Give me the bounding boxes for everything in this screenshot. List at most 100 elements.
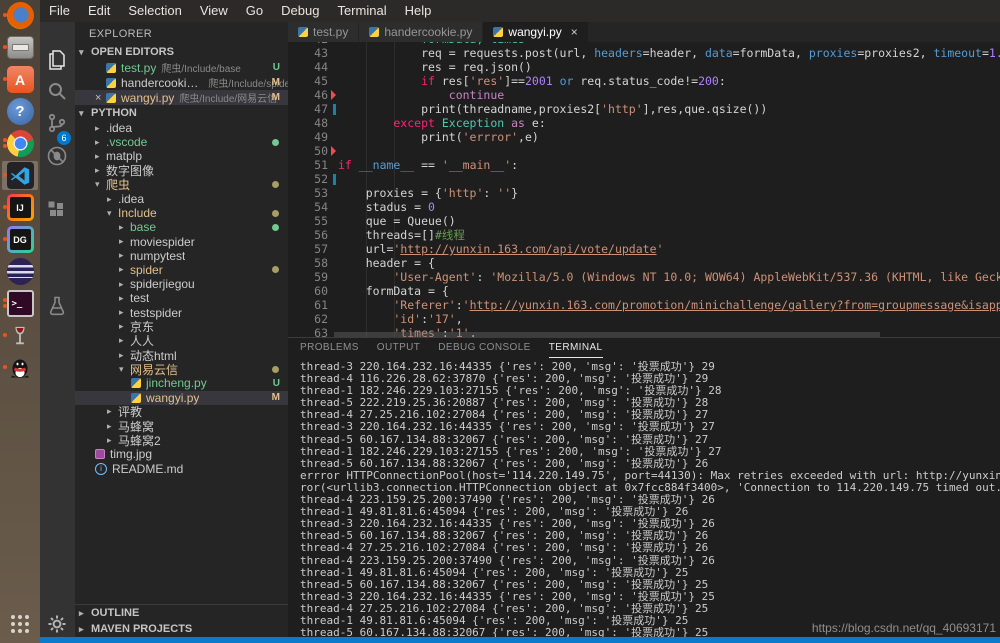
settings-gear-icon[interactable]: [45, 612, 69, 636]
tab-label: wangyi.py: [508, 25, 561, 39]
dock-item-chromium-icon[interactable]: [2, 129, 38, 158]
tree-item[interactable]: ▸moviespider: [75, 235, 288, 249]
menu-item-view[interactable]: View: [191, 0, 237, 22]
editor-tab[interactable]: wangyi.py ×: [483, 22, 588, 42]
item-label: 马蜂窝2: [118, 432, 161, 449]
dock-item-firefox-icon[interactable]: [2, 1, 38, 30]
debug-icon[interactable]: [45, 144, 69, 168]
tree-item[interactable]: timg.jpg: [75, 447, 288, 461]
tree-item[interactable]: ▸评教: [75, 405, 288, 419]
code-text: except Exception as e:: [332, 116, 546, 130]
dock-item-intellij-idea-icon[interactable]: IJ: [2, 193, 38, 222]
terminal-line: thread-3 220.164.232.16:44335 {'res': 20…: [300, 518, 1000, 530]
dock-item-datagrip-icon[interactable]: DG: [2, 225, 38, 254]
git-status-dot: [272, 181, 279, 188]
dock-item-terminal-icon[interactable]: >_: [2, 289, 38, 318]
panel-tab-output[interactable]: OUTPUT: [377, 339, 421, 357]
git-status-dot: [272, 224, 279, 231]
chevron-right-icon: ▸: [95, 165, 106, 176]
eclipse-icon: [7, 258, 34, 285]
tree-item[interactable]: ▸testspider: [75, 305, 288, 319]
tree-item[interactable]: ▸numpytest: [75, 249, 288, 263]
editor-tab[interactable]: test.py: [288, 22, 359, 42]
close-icon[interactable]: ×: [95, 92, 106, 104]
tree-item[interactable]: ▸马蜂窝: [75, 419, 288, 433]
menu-item-edit[interactable]: Edit: [79, 0, 119, 22]
menu-item-selection[interactable]: Selection: [119, 0, 190, 22]
terminal-output[interactable]: thread-3 220.164.232.16:44335 {'res': 20…: [288, 358, 1000, 637]
search-icon[interactable]: [45, 79, 69, 103]
running-indicator-dot: [3, 365, 7, 369]
tree-item[interactable]: ▾网易云信: [75, 362, 288, 376]
close-icon[interactable]: ×: [571, 25, 578, 39]
panel-tab-problems[interactable]: PROBLEMS: [300, 339, 359, 357]
tree-item[interactable]: ▾爬虫: [75, 178, 288, 192]
tree-item[interactable]: ▸.idea: [75, 192, 288, 206]
menu-item-help[interactable]: Help: [396, 0, 441, 22]
extensions-icon[interactable]: [45, 198, 69, 222]
dock-item-ubuntu-software-icon[interactable]: A: [2, 65, 38, 94]
tree-item[interactable]: ▸spiderjiegou: [75, 277, 288, 291]
dock-item-eclipse-icon[interactable]: [2, 257, 38, 286]
dock-item-vscode-icon[interactable]: [2, 161, 38, 190]
dock-item-file-manager-icon[interactable]: [2, 33, 38, 62]
maven-projects-section[interactable]: ▸ MAVEN PROJECTS: [75, 621, 288, 637]
grid-dot: [11, 615, 15, 619]
datagrip-icon: DG: [7, 226, 34, 253]
menu-item-file[interactable]: File: [40, 0, 79, 22]
tree-item[interactable]: jincheng.pyU: [75, 376, 288, 390]
menu-item-debug[interactable]: Debug: [272, 0, 328, 22]
tree-item[interactable]: ▾Include: [75, 206, 288, 220]
tree-item[interactable]: wangyi.pyM: [75, 391, 288, 405]
intellij-idea-icon: IJ: [7, 194, 34, 221]
menu-item-go[interactable]: Go: [237, 0, 272, 22]
tree-item[interactable]: ▸动态html: [75, 348, 288, 362]
sidebar-title: EXPLORER: [75, 22, 288, 44]
terminal-line: thread-4 27.25.216.102:27084 {'res': 200…: [300, 542, 1000, 554]
dock-item-wine-icon[interactable]: [2, 321, 38, 350]
python-file-icon: [493, 27, 503, 37]
test-flask-icon[interactable]: [45, 294, 69, 318]
tree-item[interactable]: ▸人人: [75, 334, 288, 348]
menu-item-terminal[interactable]: Terminal: [328, 0, 395, 22]
panel-tab-debug-console[interactable]: DEBUG CONSOLE: [438, 339, 530, 357]
chevron-down-icon: ▾: [79, 108, 89, 119]
chevron-right-icon: ▸: [119, 250, 130, 261]
open-editor-item[interactable]: test.py爬虫/Include/baseU: [75, 60, 288, 75]
open-editor-item[interactable]: handercookie.py爬虫/Include/spiderM: [75, 75, 288, 90]
explorer-icon[interactable]: [45, 48, 69, 72]
code-text: if __name__ == '__main__':: [332, 158, 518, 172]
info-icon: i: [95, 463, 107, 475]
panel-tab-terminal[interactable]: TERMINAL: [549, 339, 603, 358]
item-label: test: [130, 291, 149, 305]
eclipse-stripes: [7, 265, 34, 278]
code-editor[interactable]: 42 formData, times43 req = requests.post…: [288, 42, 1000, 337]
line-number: 53: [288, 186, 332, 200]
gutter-deleted-marker: [331, 146, 336, 156]
git-status-dot: [272, 139, 279, 146]
dock-item-qq-icon[interactable]: [2, 353, 38, 382]
running-indicator-dot: [3, 13, 7, 17]
dock-item-help-icon[interactable]: ?: [2, 97, 38, 126]
chevron-right-icon: ▸: [107, 406, 118, 417]
editor-tab[interactable]: handercookie.py: [359, 22, 483, 42]
tree-item[interactable]: ▸spider: [75, 263, 288, 277]
tree-item[interactable]: ▸.vscode: [75, 135, 288, 149]
tree-item[interactable]: ▸base: [75, 220, 288, 234]
open-editor-item[interactable]: ×wangyi.py爬虫/Include/网易云信M: [75, 90, 288, 105]
chevron-right-icon: ▸: [107, 421, 118, 432]
file-name: wangyi.py: [121, 91, 174, 105]
workspace-header[interactable]: ▾ PYTHON: [75, 105, 288, 121]
tree-item[interactable]: ▸.idea: [75, 121, 288, 135]
tree-item[interactable]: ▸马蜂窝2: [75, 433, 288, 447]
python-file-icon: [369, 27, 379, 37]
grid-dot: [25, 629, 29, 633]
outline-section[interactable]: ▸ OUTLINE: [75, 605, 288, 621]
tree-item[interactable]: ▸test: [75, 291, 288, 305]
dock-item-app-grid-icon[interactable]: [2, 612, 38, 641]
open-editors-header[interactable]: ▾ OPEN EDITORS: [75, 44, 288, 60]
tree-item[interactable]: ▸京东: [75, 320, 288, 334]
editor-group: test.pyhandercookie.py wangyi.py × 42 form…: [288, 22, 1000, 637]
chevron-down-icon: ▾: [95, 179, 106, 190]
tree-item[interactable]: iREADME.md: [75, 462, 288, 476]
